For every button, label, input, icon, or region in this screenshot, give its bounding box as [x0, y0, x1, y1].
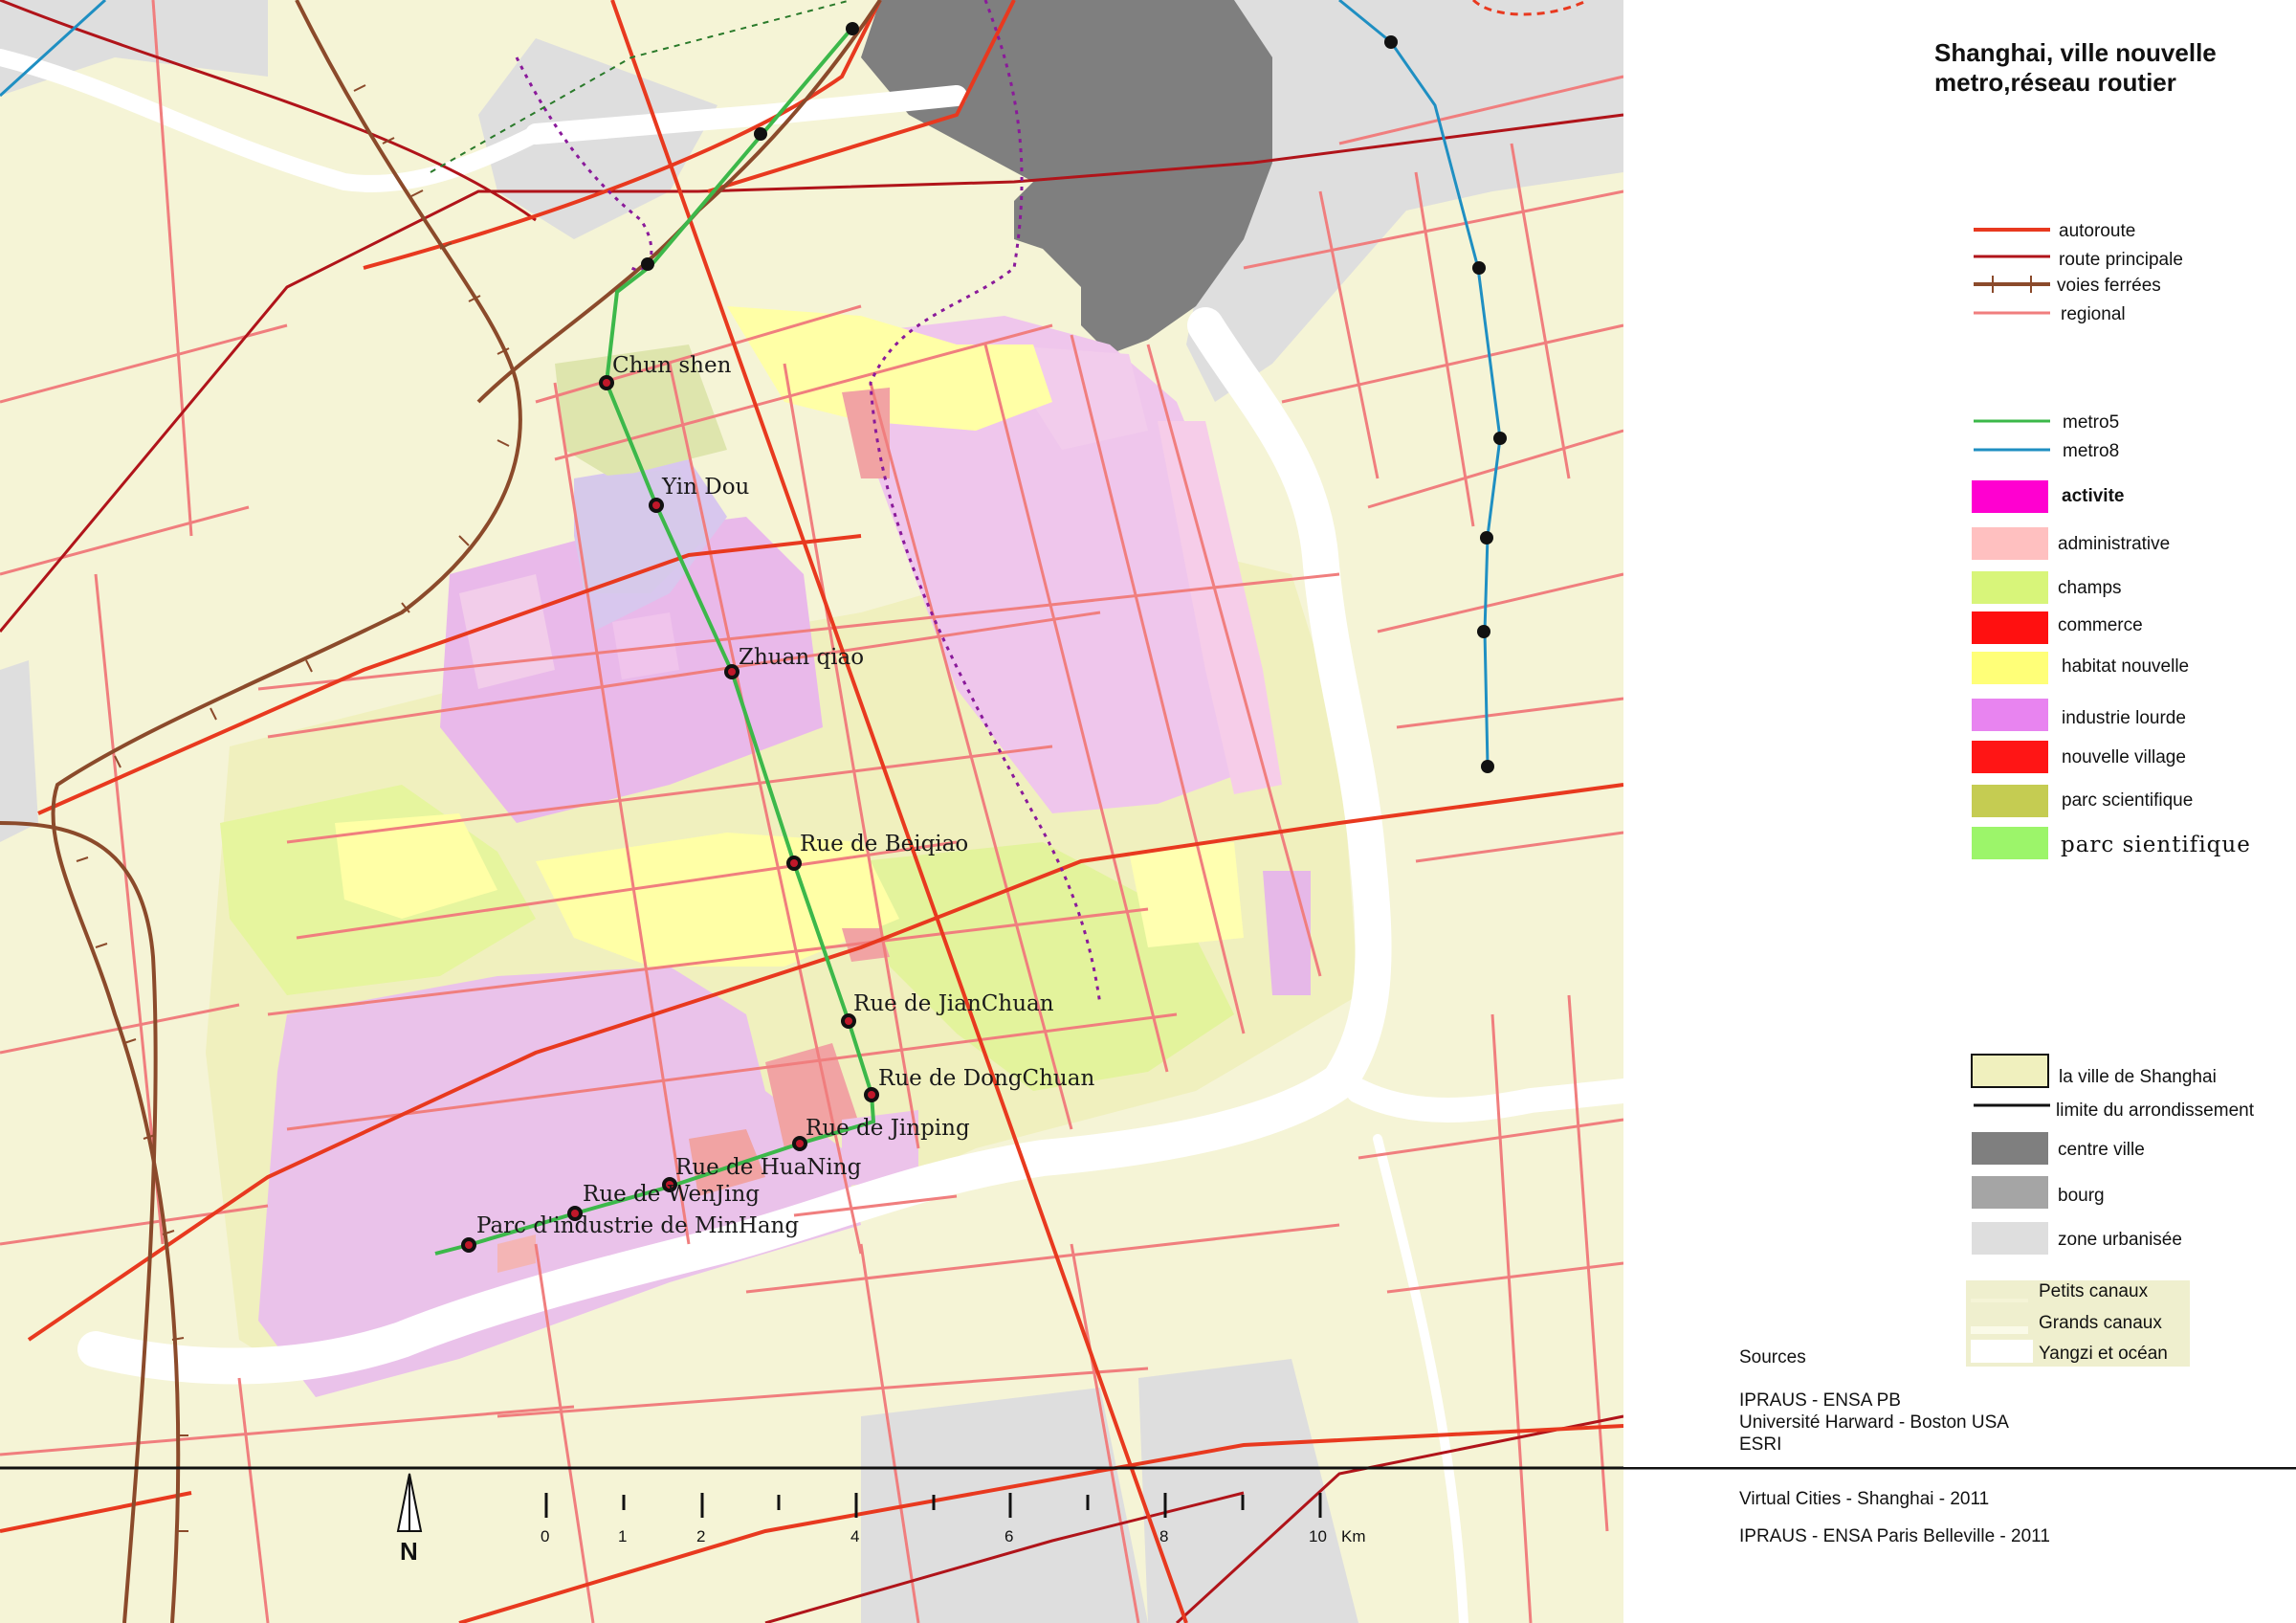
sources-heading: Sources [1739, 1347, 1806, 1367]
legend-label: parc scientifique [2062, 790, 2193, 811]
station-label: Yin Dou [661, 475, 749, 500]
north-label: N [400, 1537, 418, 1566]
map-title-line2: metro,réseau routier [1934, 68, 2176, 97]
map-title-line1: Shanghai, ville nouvelle [1934, 38, 2217, 67]
scale-unit-label: Km [1341, 1527, 1366, 1545]
legend-label: nouvelle village [2062, 747, 2186, 767]
sources-line: Université Harward - Boston USA [1739, 1412, 2009, 1433]
station-label: Rue de Beiqiao [800, 832, 968, 856]
legend-label: commerce [2058, 615, 2143, 635]
scale-tick-label: 6 [1004, 1527, 1013, 1545]
footer-credits: Virtual Cities - Shanghai - 2011 IPRAUS … [1623, 1470, 2296, 1623]
legend-label: limite du arrondissement [2056, 1101, 2255, 1121]
legend-label: metro8 [2063, 441, 2119, 461]
legend-label: bourg [2058, 1186, 2105, 1206]
legend-label: administrative [2058, 534, 2170, 554]
scale-tick-label: 10 [1309, 1527, 1327, 1545]
legend-label: metro5 [2063, 412, 2119, 433]
station-label: Rue de Jinping [806, 1116, 970, 1141]
scale-tick-label: 4 [850, 1527, 859, 1545]
sources-line: ESRI [1739, 1434, 1781, 1455]
legend-label: Grands canaux [2039, 1313, 2162, 1333]
legend-label: la ville de Shanghai [2059, 1067, 2217, 1087]
station-label: Rue de JianChuan [853, 991, 1054, 1016]
legend-panel: Shanghai, ville nouvelle metro,réseau ro… [1623, 0, 2296, 1467]
legend-label: Yangzi et océan [2039, 1344, 2168, 1364]
legend-label: activite [2062, 486, 2124, 506]
legend-label: champs [2058, 578, 2122, 598]
legend-label: voies ferrées [2057, 276, 2161, 296]
station-label: Rue de WenJing [583, 1182, 760, 1207]
legend-label: regional [2061, 304, 2126, 324]
legend-label: autoroute [2059, 221, 2135, 241]
footer-line: Virtual Cities - Shanghai - 2011 [1739, 1489, 1989, 1509]
scale-tick-label: 2 [696, 1527, 705, 1545]
station-label: Rue de DongChuan [878, 1066, 1094, 1091]
legend-label: industrie lourde [2062, 708, 2186, 728]
sources-line: IPRAUS - ENSA PB [1739, 1390, 1901, 1411]
legend-label: zone urbanisée [2058, 1230, 2182, 1250]
scale-tick-label: 1 [618, 1527, 627, 1545]
map-canvas[interactable]: Chun shen Yin Dou Zhuan qiao Rue de Beiq… [0, 0, 2296, 1623]
legend-label: centre ville [2058, 1140, 2145, 1160]
station-label: Rue de HuaNing [675, 1155, 862, 1180]
footer-line: IPRAUS - ENSA Paris Belleville - 2011 [1739, 1526, 2050, 1546]
station-label: Parc d'industrie de MinHang [476, 1213, 799, 1238]
legend-label: route principale [2059, 250, 2183, 270]
legend-label: Petits canaux [2039, 1281, 2149, 1301]
scale-tick-label: 0 [541, 1527, 549, 1545]
legend-label: parc sientifique [2061, 833, 2251, 857]
legend-label: habitat nouvelle [2062, 656, 2189, 677]
station-label: Zhuan qiao [739, 645, 864, 670]
scale-tick-label: 8 [1159, 1527, 1168, 1545]
station-label: Chun shen [612, 353, 732, 378]
legend-water: Petits canaux Grands canaux Yangzi et oc… [1966, 1280, 2190, 1367]
